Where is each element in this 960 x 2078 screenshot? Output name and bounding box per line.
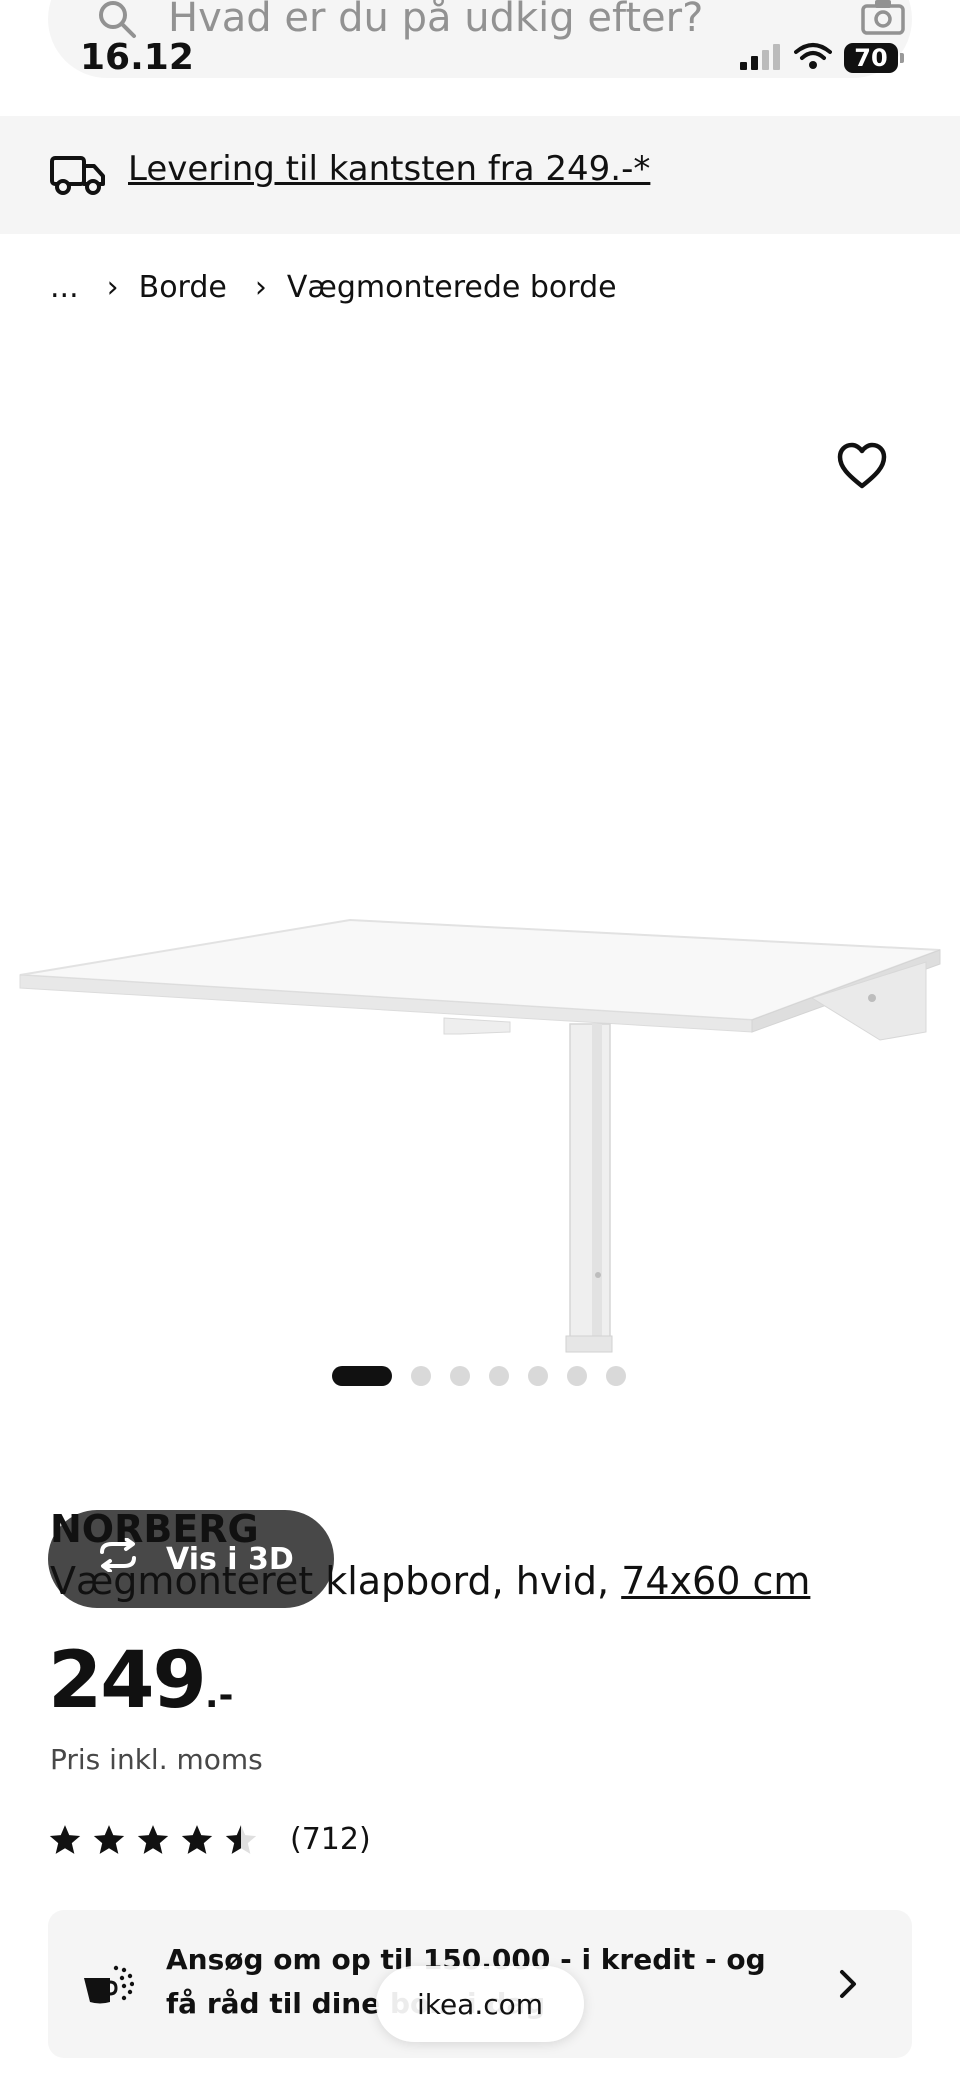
truck-icon	[50, 154, 106, 200]
cellular-signal-icon	[740, 42, 782, 74]
delivery-link[interactable]: Levering til kantsten fra 249.-*	[128, 152, 650, 186]
battery-cap	[900, 53, 904, 63]
pager-dot-active[interactable]	[332, 1366, 392, 1386]
price-note: Pris inkl. moms	[50, 1743, 263, 1776]
search-input[interactable]: Hvad er du på udkig efter?	[168, 0, 703, 38]
camera-icon[interactable]	[860, 0, 906, 40]
battery-indicator: 70	[844, 43, 898, 73]
pager-dot[interactable]	[411, 1366, 431, 1386]
status-icons: 70	[740, 42, 904, 74]
product-price: 249.-	[48, 1642, 233, 1720]
star-full-icon	[137, 1824, 169, 1854]
chevron-right-icon: ›	[254, 270, 267, 305]
star-full-icon	[93, 1824, 125, 1854]
price-value: 249	[48, 1636, 207, 1726]
product-image-gallery[interactable]: Vis i 3D	[0, 330, 960, 1608]
pager-dot[interactable]	[528, 1366, 548, 1386]
breadcrumb-ellipsis[interactable]: ...	[50, 272, 79, 303]
price-suffix: .-	[204, 1675, 234, 1716]
breadcrumb-item-vaegmonterede-borde[interactable]: Vægmonterede borde	[287, 272, 617, 303]
product-description: Vægmonteret klapbord, hvid, 74x60 cm	[50, 1562, 810, 1600]
product-image	[19, 918, 941, 1353]
breadcrumb-item-borde[interactable]: Borde	[139, 272, 227, 303]
pager-dot[interactable]	[567, 1366, 587, 1386]
star-full-icon	[181, 1824, 213, 1854]
product-name: NORBERG	[50, 1507, 259, 1551]
status-time: 16.12	[80, 37, 194, 78]
pager-dot[interactable]	[606, 1366, 626, 1386]
credit-icon	[82, 1964, 135, 2010]
chevron-right-icon: ›	[106, 270, 119, 305]
favorite-button[interactable]	[836, 442, 888, 490]
breadcrumb: ... › Borde › Vægmonterede borde	[50, 270, 617, 305]
pager-dot[interactable]	[489, 1366, 509, 1386]
browser-url-pill[interactable]: ikea.com	[376, 1966, 584, 2042]
pager-dot[interactable]	[450, 1366, 470, 1386]
product-rating[interactable]: (712)	[48, 1822, 371, 1857]
rating-count[interactable]: (712)	[290, 1822, 371, 1857]
product-measurements-link[interactable]: 74x60 cm	[621, 1559, 810, 1603]
chevron-right-icon[interactable]	[836, 1966, 860, 2006]
product-type: Vægmonteret klapbord, hvid,	[50, 1559, 622, 1603]
star-full-icon	[49, 1824, 81, 1854]
image-pager[interactable]	[332, 1366, 626, 1386]
star-half-icon	[225, 1824, 257, 1854]
wifi-icon	[794, 42, 832, 74]
heart-icon	[837, 442, 887, 489]
